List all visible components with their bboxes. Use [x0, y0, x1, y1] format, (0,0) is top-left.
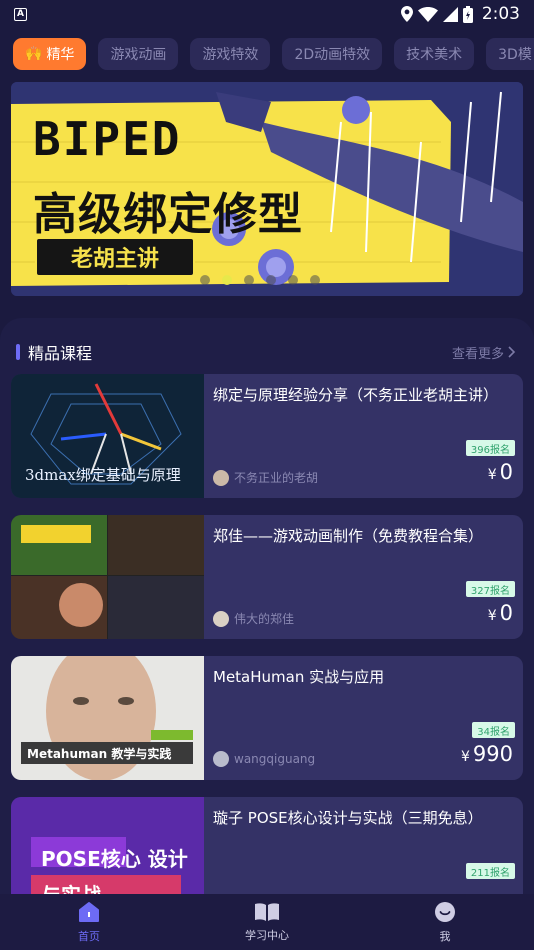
status-bar: A 2:03: [0, 0, 534, 28]
nav-learning-center[interactable]: 学习中心: [207, 902, 327, 943]
avatar: [213, 610, 229, 627]
battery-icon: [462, 5, 473, 23]
course-card[interactable]: 3dmax绑定基础与原理 绑定与原理经验分享（不务正业老胡主讲） 396报名 不…: [11, 374, 523, 498]
pagination-dot[interactable]: [266, 275, 276, 285]
featured-courses-section: 精品课程 查看更多 3dmax绑定基础与原理 绑定与原理经验分享（不务正业老胡主…: [0, 318, 534, 921]
profile-icon: [435, 901, 455, 922]
tab-label: 2D动画特效: [294, 47, 371, 63]
home-icon: [79, 901, 99, 922]
enrolled-badge: 327报名: [465, 581, 515, 597]
promo-banner[interactable]: BIPED 高级绑定修型 老胡主讲: [11, 82, 523, 296]
pagination-dot-active[interactable]: [222, 275, 232, 285]
course-card[interactable]: Metahuman 教学与实践 MetaHuman 实战与应用 34报名 wan…: [11, 656, 523, 780]
tab-tech-art[interactable]: 技术美术: [394, 38, 475, 70]
banner-tag: 老胡主讲: [35, 237, 195, 277]
clock: 2:03: [481, 4, 520, 24]
avatar: [213, 751, 229, 767]
thumbnail-caption: Metahuman 教学与实践: [27, 747, 172, 761]
pagination-dot[interactable]: [244, 275, 254, 285]
tab-game-animation[interactable]: 游戏动画: [98, 38, 179, 70]
tab-label: 3D模: [498, 47, 532, 63]
flame-icon: 🙌: [25, 46, 43, 62]
price-value: 990: [472, 742, 513, 766]
course-card[interactable]: 郑佳——游戏动画制作（免费教程合集） 327报名 伟大的郑佳 ¥ 0: [11, 515, 523, 639]
enrolled-badge: 396报名: [465, 440, 515, 456]
a-badge-icon: A: [14, 7, 27, 21]
tab-label: 游戏动画: [110, 47, 167, 63]
tab-2d-vfx[interactable]: 2D动画特效: [282, 38, 383, 70]
thumbnail-caption: 3dmax绑定基础与原理: [25, 466, 181, 484]
pagination-dot[interactable]: [288, 275, 298, 285]
course-thumbnail: Metahuman 教学与实践: [11, 656, 204, 780]
section-header: 精品课程 查看更多: [16, 340, 516, 364]
course-title: MetaHuman 实战与应用: [213, 668, 385, 686]
banner-pagination: [200, 275, 320, 285]
course-thumbnail: 3dmax绑定基础与原理: [11, 374, 204, 498]
tab-label: 游戏特效: [202, 47, 259, 63]
avatar: [213, 469, 229, 486]
currency-symbol: ¥: [460, 749, 470, 765]
course-price: ¥ 0: [488, 601, 513, 625]
wifi-icon: [417, 6, 438, 22]
nav-label: 我: [439, 929, 451, 943]
course-title: 绑定与原理经验分享（不务正业老胡主讲）: [213, 386, 499, 404]
pagination-dot[interactable]: [200, 275, 210, 285]
course-price: ¥ 0: [488, 460, 513, 484]
enrolled-badge: 34报名: [472, 722, 515, 738]
nav-home[interactable]: 首页: [29, 901, 149, 944]
section-title: 精品课程: [28, 344, 93, 363]
location-icon: [400, 6, 413, 22]
course-thumbnail: [11, 515, 204, 639]
tab-jinghua[interactable]: 🙌 精华: [13, 38, 87, 70]
course-price: ¥ 990: [461, 742, 513, 766]
nav-label: 学习中心: [245, 928, 289, 942]
price-value: 0: [499, 601, 513, 625]
pagination-dot[interactable]: [310, 275, 320, 285]
tab-label: 精华: [46, 47, 75, 63]
view-more-link[interactable]: 查看更多: [452, 343, 516, 362]
book-icon: [255, 902, 279, 921]
banner-subtitle: 高级绑定修型: [33, 189, 303, 240]
bottom-navigation: 首页 学习中心 我: [0, 894, 534, 950]
enrolled-badge: 211报名: [465, 863, 515, 879]
tab-game-vfx[interactable]: 游戏特效: [190, 38, 271, 70]
tab-3d-model[interactable]: 3D模: [486, 38, 534, 70]
category-tabs: 🙌 精华 游戏动画 游戏特效 2D动画特效 技术美术 3D模: [0, 38, 534, 72]
currency-symbol: ¥: [487, 608, 497, 624]
view-more-label: 查看更多: [451, 346, 504, 362]
course-title: 郑佳——游戏动画制作（免费教程合集）: [213, 527, 484, 545]
nav-profile[interactable]: 我: [385, 901, 505, 944]
chevron-right-icon: [508, 346, 516, 358]
course-title: 璇子 POSE核心设计与实战（三期免息）: [213, 809, 483, 827]
price-value: 0: [499, 460, 513, 484]
nav-label: 首页: [78, 929, 100, 943]
tab-label: 技术美术: [406, 47, 463, 63]
banner-title: BIPED: [33, 112, 182, 166]
course-author: 伟大的郑佳: [234, 612, 295, 626]
course-author: 不务正业的老胡: [234, 471, 319, 485]
course-author: wangqiguang: [234, 752, 316, 766]
signal-icon: [442, 6, 458, 22]
currency-symbol: ¥: [487, 467, 497, 483]
title-accent-bar: [16, 344, 20, 360]
